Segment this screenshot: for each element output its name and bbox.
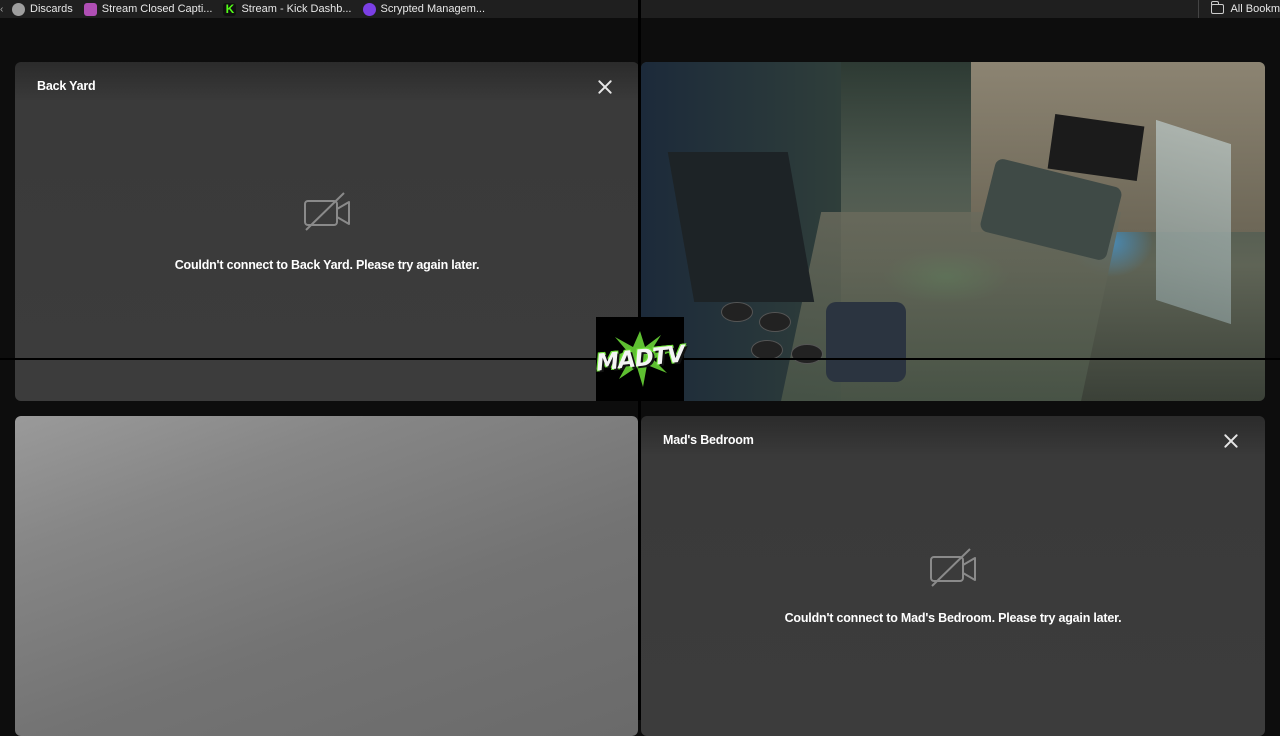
connection-error-message: Couldn't connect to Mad's Bedroom. Pleas…	[784, 611, 1122, 625]
bookmark-scrypted-management[interactable]: Scrypted Managem...	[359, 0, 493, 18]
folder-icon	[1211, 1, 1225, 14]
connection-error-message: Couldn't connect to Back Yard. Please tr…	[174, 258, 480, 272]
feed-scene-drum	[791, 344, 823, 364]
captions-icon	[83, 2, 97, 16]
all-bookmarks-button[interactable]: All Bookm	[1198, 0, 1280, 18]
close-icon[interactable]	[597, 79, 613, 95]
feed-scene-drum	[721, 302, 753, 322]
scrypted-icon	[362, 2, 376, 16]
bookmark-kick-dashboard[interactable]: K Stream - Kick Dashb...	[219, 0, 358, 18]
bookmark-stream-closed-captions[interactable]: Stream Closed Capti...	[80, 0, 220, 18]
bookmark-discards[interactable]: Discards	[8, 0, 80, 18]
kick-logo-icon: K	[223, 2, 237, 16]
camera-off-icon	[304, 192, 350, 231]
feed-scene-drum	[751, 340, 783, 360]
feed-scene-chair	[826, 302, 906, 382]
bookmarks-overflow-chevron-icon[interactable]: ‹	[0, 4, 8, 15]
tile-title: Mad's Bedroom	[663, 433, 754, 447]
camera-feed-studio[interactable]	[641, 62, 1265, 401]
camera-off-icon	[930, 548, 976, 587]
feed-scene-drum	[759, 312, 791, 332]
close-icon[interactable]	[1223, 433, 1239, 449]
camera-tile-back-yard[interactable]: Back Yard Couldn't connect to Back Yard.…	[15, 62, 639, 401]
madtv-logo: MADTV	[595, 317, 685, 401]
camera-tile-mads-bedroom[interactable]: Mad's Bedroom Couldn't connect to Mad's …	[641, 416, 1265, 736]
feed-scene-window	[1156, 119, 1231, 325]
tile-title: Back Yard	[37, 79, 96, 93]
globe-icon	[12, 2, 25, 16]
camera-feed-grey[interactable]	[15, 416, 638, 736]
